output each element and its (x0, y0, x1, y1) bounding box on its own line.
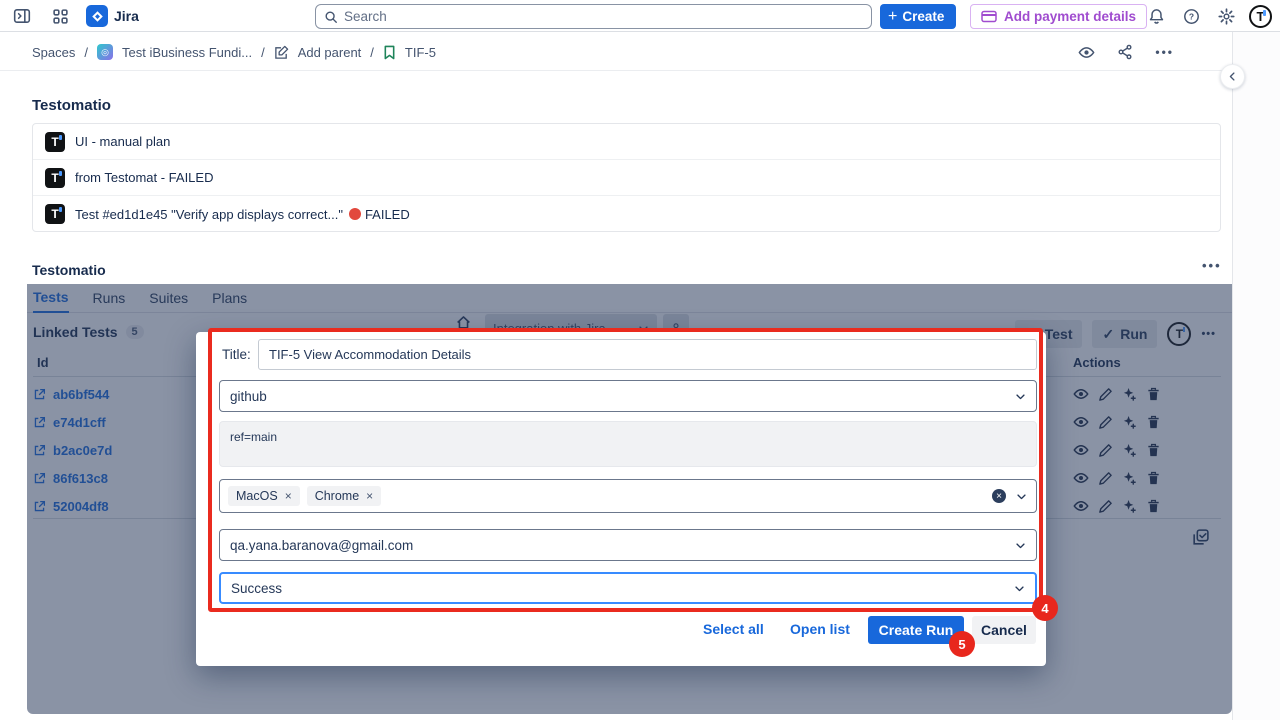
watch-eye-icon[interactable] (1078, 44, 1095, 61)
tags-multiselect[interactable]: MacOS × Chrome × × (219, 479, 1037, 513)
search-icon (324, 10, 338, 24)
page: Jira + Create Add payment details ? (0, 0, 1280, 720)
remove-tag-icon[interactable]: × (285, 490, 292, 502)
open-list-link[interactable]: Open list (790, 621, 850, 637)
list-item-label: from Testomat - FAILED (75, 170, 213, 185)
project-avatar-icon: ◎ (97, 44, 113, 60)
widget-title-testomatio: Testomatio (32, 262, 106, 278)
chevron-down-icon (1015, 391, 1026, 402)
title-label: Title: (222, 347, 251, 362)
assignee-select[interactable]: qa.yana.baranova@gmail.com (219, 529, 1037, 561)
testomatio-icon: T (45, 204, 65, 224)
list-item[interactable]: T from Testomat - FAILED (33, 160, 1220, 196)
modal-footer: Select all Open list Create Run Cancel (196, 616, 1046, 646)
top-bar: Jira + Create Add payment details ? (0, 0, 1280, 32)
edit-icon (274, 45, 289, 60)
list-item[interactable]: T Test #ed1d1e45 "Verify app displays co… (33, 196, 1220, 232)
tag-chip: Chrome × (307, 486, 381, 506)
source-select[interactable]: github (219, 380, 1037, 412)
testomatio-report-list: T UI - manual plan T from Testomat - FAI… (32, 123, 1221, 232)
ref-textarea[interactable]: ref=main (219, 421, 1037, 467)
section-title-testomatio: Testomatio (32, 97, 111, 114)
status-select[interactable]: Success (219, 572, 1037, 604)
help-icon[interactable]: ? (1179, 4, 1203, 28)
credit-card-icon (981, 10, 997, 23)
run-title-input[interactable] (258, 339, 1037, 370)
chevron-down-icon[interactable] (1016, 491, 1027, 502)
user-avatar[interactable]: T (1249, 5, 1272, 28)
search-box[interactable] (315, 4, 872, 29)
svg-text:?: ? (1188, 11, 1193, 21)
chevron-down-icon (1015, 540, 1026, 551)
plus-icon: + (888, 8, 897, 26)
tag-chip: MacOS × (228, 486, 300, 506)
cancel-button[interactable]: Cancel (972, 616, 1036, 644)
add-payment-details-button[interactable]: Add payment details (970, 4, 1147, 29)
app-name: Jira (114, 8, 139, 24)
breadcrumb: Spaces / ◎ Test iBusiness Fundi... / Add… (32, 33, 436, 71)
list-item-label: Test #ed1d1e45 "Verify app displays corr… (75, 207, 410, 222)
chevron-down-icon (1014, 583, 1025, 594)
bookmark-icon (383, 45, 396, 60)
breadcrumb-bar: Spaces / ◎ Test iBusiness Fundi... / Add… (0, 33, 1232, 71)
breadcrumb-project[interactable]: Test iBusiness Fundi... (122, 45, 252, 60)
testomatio-icon: T (45, 168, 65, 188)
right-panel-rail (1232, 32, 1280, 720)
failed-status-icon (349, 208, 361, 220)
clear-all-tags-icon[interactable]: × (992, 489, 1006, 503)
share-icon[interactable] (1117, 44, 1133, 60)
more-actions-icon[interactable]: ••• (1155, 45, 1174, 59)
create-run-modal: Title: github ref=main MacOS × Chrome × … (196, 332, 1046, 666)
sidebar-toggle-icon[interactable] (10, 4, 34, 28)
create-button[interactable]: + Create (880, 4, 956, 29)
app-switcher-icon[interactable] (48, 4, 72, 28)
list-item[interactable]: T UI - manual plan (33, 124, 1220, 160)
search-input[interactable] (344, 9, 863, 24)
notifications-icon[interactable] (1144, 4, 1168, 28)
testomatio-icon: T (45, 132, 65, 152)
breadcrumb-spaces[interactable]: Spaces (32, 45, 75, 60)
collapse-panel-button[interactable] (1220, 64, 1245, 89)
settings-gear-icon[interactable] (1214, 4, 1238, 28)
jira-logo[interactable]: Jira (86, 5, 139, 27)
jira-logo-icon (86, 5, 108, 27)
select-all-link[interactable]: Select all (703, 621, 764, 637)
avatar-tick (1263, 10, 1266, 16)
create-run-button[interactable]: Create Run (868, 616, 964, 644)
remove-tag-icon[interactable]: × (366, 490, 373, 502)
widget-more-icon[interactable]: ••• (1202, 258, 1222, 273)
breadcrumb-add-parent[interactable]: Add parent (298, 45, 362, 60)
list-item-label: UI - manual plan (75, 134, 170, 149)
breadcrumb-issue[interactable]: TIF-5 (405, 45, 436, 60)
